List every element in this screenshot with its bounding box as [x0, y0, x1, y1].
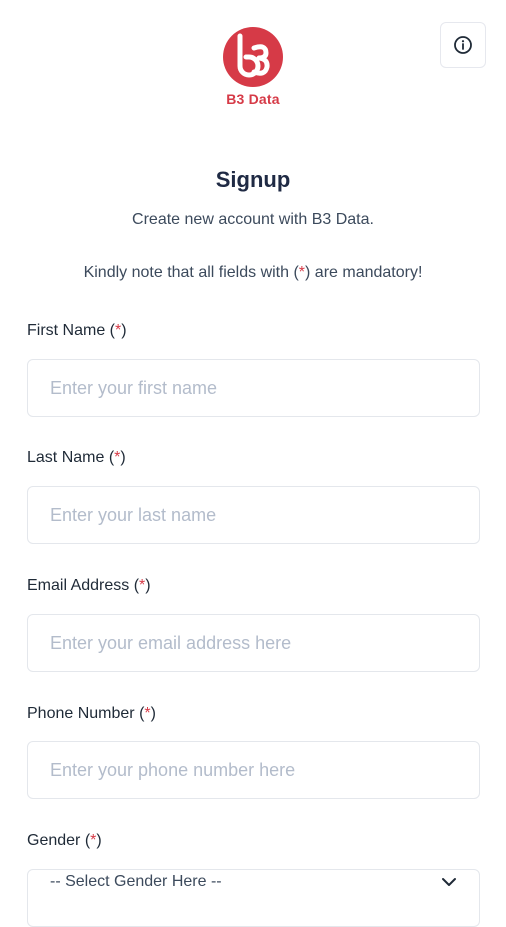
required-mark: *: [115, 322, 122, 339]
mandatory-note-suffix: ) are mandatory!: [305, 264, 423, 281]
mandatory-note-prefix: Kindly note that all fields with (: [83, 264, 299, 281]
page-title: Signup: [215, 167, 291, 192]
first-name-label-text: First Name: [27, 322, 106, 339]
last-name-label: Last Name (*): [27, 449, 126, 466]
first-name-input[interactable]: [27, 359, 480, 417]
info-icon: [454, 36, 472, 54]
b3-logo-icon: [223, 27, 283, 87]
brand-logo: B3 Data: [208, 26, 298, 107]
signup-page: B3 Data Signup Create new account with B…: [0, 0, 506, 927]
gender-select-value: -- Select Gender Here --: [50, 873, 222, 890]
email-label-text: Email Address: [27, 577, 130, 594]
required-mark: *: [139, 577, 146, 594]
brand-name: B3 Data: [226, 91, 280, 107]
gender-label-text: Gender: [27, 832, 81, 849]
info-button[interactable]: [440, 22, 486, 68]
email-field[interactable]: [27, 614, 480, 672]
required-mark: *: [144, 705, 151, 722]
required-mark: *: [90, 832, 97, 849]
phone-label: Phone Number (*): [27, 705, 156, 722]
phone-number-input[interactable]: [27, 741, 480, 799]
gender-label: Gender (*): [27, 832, 102, 849]
phone-label-text: Phone Number: [27, 705, 135, 722]
first-name-label: First Name (*): [27, 322, 127, 339]
required-mark: *: [114, 449, 121, 466]
last-name-label-text: Last Name: [27, 449, 105, 466]
chevron-down-icon: [442, 878, 456, 886]
last-name-input[interactable]: [27, 486, 480, 544]
gender-select[interactable]: -- Select Gender Here --: [27, 869, 480, 927]
email-label: Email Address (*): [27, 577, 151, 594]
page-subtitle: Create new account with B3 Data.: [132, 211, 374, 228]
mandatory-note: Kindly note that all fields with (*) are…: [0, 264, 506, 282]
